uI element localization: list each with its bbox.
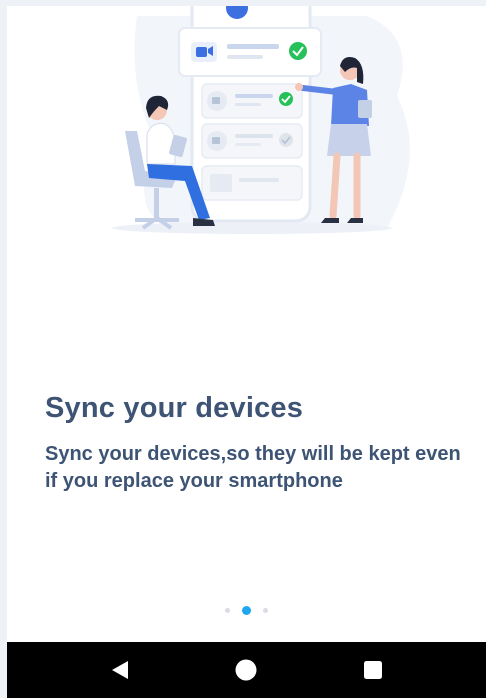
onboarding-screen: Sync your devices Sync your devices,so t… bbox=[7, 6, 486, 642]
recents-button[interactable] bbox=[353, 650, 393, 690]
page-dot-2-active[interactable] bbox=[242, 605, 251, 615]
back-button[interactable] bbox=[100, 650, 140, 690]
page-dot-3[interactable] bbox=[263, 607, 268, 613]
video-camera-icon bbox=[196, 47, 207, 57]
sync-card-1 bbox=[178, 27, 322, 77]
sync-card-3 bbox=[201, 123, 303, 159]
page-indicator bbox=[7, 604, 486, 616]
check-icon bbox=[289, 42, 307, 60]
recents-icon bbox=[363, 661, 382, 679]
onboarding-title: Sync your devices bbox=[45, 392, 304, 424]
android-navigation-bar bbox=[7, 642, 486, 698]
onboarding-description: Sync your devices,so they will be kept e… bbox=[45, 443, 461, 492]
device-sync-illustration bbox=[112, 6, 410, 234]
home-button[interactable] bbox=[226, 650, 266, 690]
sync-card-2 bbox=[201, 83, 303, 119]
back-icon bbox=[112, 661, 129, 679]
page-dot-1[interactable] bbox=[225, 607, 230, 613]
home-icon bbox=[235, 659, 257, 681]
